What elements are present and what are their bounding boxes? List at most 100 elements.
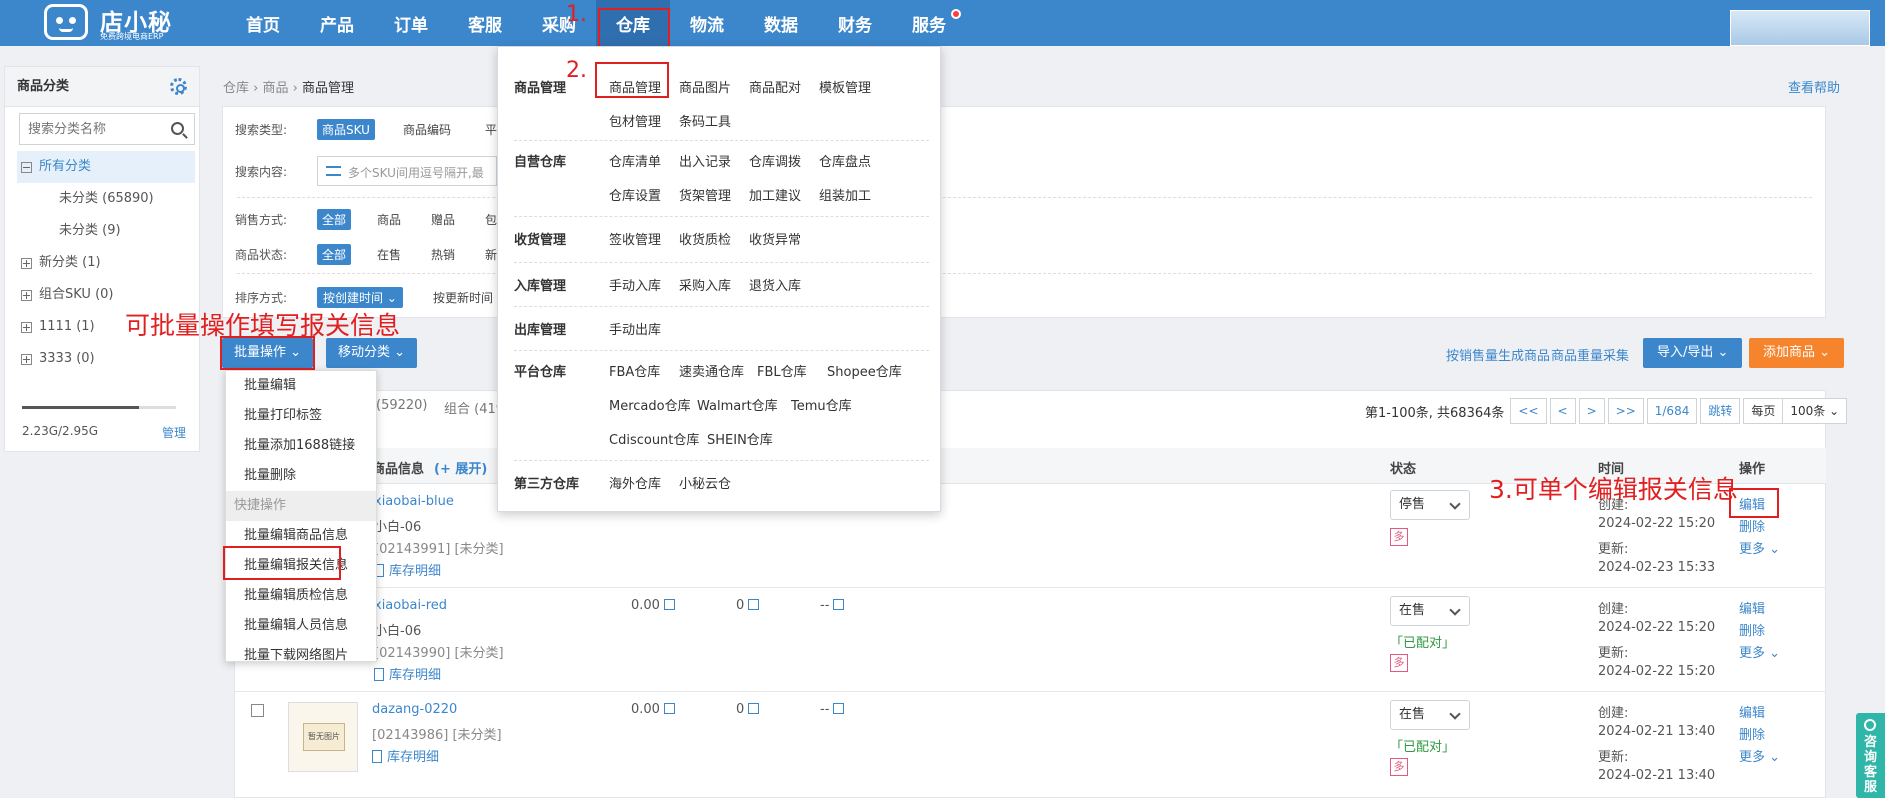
tree-item-uncategorized[interactable]: 未分类 (65890) [17, 183, 195, 215]
generate-by-sales-link[interactable]: 按销售量生成商品 [1446, 345, 1550, 364]
mega-item-barcode-tool[interactable]: 条码工具 [679, 111, 731, 130]
sale-type-gift[interactable]: 赠品 [431, 211, 455, 228]
delete-link[interactable]: 删除 [1739, 620, 1765, 639]
nav-warehouse[interactable]: 仓库 [596, 0, 670, 49]
menu-batch-edit[interactable]: 批量编辑 [226, 371, 376, 401]
edit-icon[interactable] [833, 703, 845, 714]
pager-next[interactable]: > [1578, 398, 1605, 424]
sale-type-package[interactable]: 包 [485, 211, 497, 228]
mega-item-processing-advice[interactable]: 加工建议 [749, 185, 801, 204]
sku-link[interactable]: xiaobai-red [374, 598, 447, 613]
pager-first[interactable]: << [1510, 398, 1547, 424]
nav-logistics[interactable]: 物流 [670, 0, 744, 46]
sort-updated[interactable]: 按更新时间 [433, 289, 493, 306]
mega-item-product-pairing[interactable]: 商品配对 [749, 77, 801, 96]
menu-batch-edit-staff-info[interactable]: 批量编辑人员信息 [226, 611, 376, 641]
mega-item-io-records[interactable]: 出入记录 [679, 151, 731, 170]
edit-link[interactable]: 编辑 [1739, 598, 1765, 617]
consult-service-tab[interactable]: 咨询客服 [1856, 713, 1885, 798]
pager-prev[interactable]: < [1549, 398, 1576, 424]
mega-item-transfer[interactable]: 仓库调拨 [749, 151, 801, 170]
search-icon[interactable] [171, 122, 184, 135]
tree-item-new[interactable]: 新分类 (1) [17, 247, 195, 279]
search-type-platform[interactable]: 平 [485, 121, 497, 138]
breadcrumb-warehouse[interactable]: 仓库 [223, 81, 249, 96]
search-type-code[interactable]: 商品编码 [403, 121, 451, 138]
nav-orders[interactable]: 订单 [374, 0, 448, 46]
mega-item-return-inbound[interactable]: 退货入库 [749, 275, 801, 294]
search-content-input[interactable]: 多个SKU间用逗号隔开,最 [317, 156, 497, 186]
breadcrumb-products[interactable]: 商品 [263, 81, 289, 96]
mega-item-fba[interactable]: FBA仓库 [609, 361, 660, 380]
th-expand-toggle[interactable]: (+ 展开) [434, 458, 487, 477]
edit-icon[interactable] [663, 599, 675, 610]
mega-item-manual-outbound[interactable]: 手动出库 [609, 319, 661, 338]
mega-item-receiving-exception[interactable]: 收货异常 [749, 229, 801, 248]
mega-item-stocktake[interactable]: 仓库盘点 [819, 151, 871, 170]
menu-batch-add-1688[interactable]: 批量添加1688链接 [226, 431, 376, 461]
more-dropdown[interactable]: 更多 ⌄ [1739, 746, 1780, 765]
sort-created-select[interactable]: 按创建时间 ⌄ [317, 287, 403, 308]
status-select[interactable]: 在售 [1390, 596, 1470, 626]
user-account-box[interactable] [1730, 10, 1870, 46]
nav-products[interactable]: 产品 [300, 0, 374, 46]
mega-item-cdiscount[interactable]: Cdiscount仓库 [609, 429, 699, 448]
search-type-sku[interactable]: 商品SKU [317, 119, 375, 140]
mega-item-walmart[interactable]: Walmart仓库 [697, 395, 778, 414]
pager-per-select[interactable]: 100条 ⌄ [1782, 398, 1848, 424]
status-hot[interactable]: 热销 [431, 246, 455, 263]
nav-finance[interactable]: 财务 [818, 0, 892, 46]
extra-value[interactable]: -- [820, 702, 845, 717]
delete-link[interactable]: 删除 [1739, 516, 1765, 535]
mega-item-manual-inbound[interactable]: 手动入库 [609, 275, 661, 294]
stock-detail-link[interactable]: 库存明细 [374, 664, 441, 683]
edit-icon[interactable] [663, 703, 675, 714]
import-export-button[interactable]: 导入/导出 ⌄ [1643, 338, 1743, 368]
menu-batch-download-images[interactable]: 批量下载网络图片 [226, 641, 376, 671]
menu-batch-delete[interactable]: 批量删除 [226, 461, 376, 491]
price-value[interactable]: 0.00 [631, 702, 675, 717]
mega-item-assembly[interactable]: 组装加工 [819, 185, 871, 204]
pager-jump[interactable]: 跳转 [1700, 398, 1741, 424]
expand-icon[interactable] [21, 354, 32, 365]
tree-item-uncategorized-2[interactable]: 未分类 (9) [17, 215, 195, 247]
status-all[interactable]: 全部 [317, 244, 352, 265]
nav-service[interactable]: 客服 [448, 0, 522, 46]
mega-item-template-mgmt[interactable]: 模板管理 [819, 77, 871, 96]
qty-value[interactable]: 0 [736, 702, 760, 717]
mega-item-sign-mgmt[interactable]: 签收管理 [609, 229, 661, 248]
sku-link[interactable]: xiaobai-blue [374, 494, 454, 509]
expand-icon[interactable] [21, 322, 32, 333]
sku-link[interactable]: dazang-0220 [372, 702, 457, 717]
stock-detail-link[interactable]: 库存明细 [374, 560, 441, 579]
sale-type-all[interactable]: 全部 [317, 209, 352, 230]
edit-icon[interactable] [748, 703, 760, 714]
tab-combo[interactable]: 组合 (419 [444, 398, 504, 417]
mega-item-receiving-qc[interactable]: 收货质检 [679, 229, 731, 248]
row-checkbox[interactable] [251, 704, 264, 717]
help-link[interactable]: 查看帮助 [1788, 77, 1840, 96]
mega-item-aliexpress[interactable]: 速卖通仓库 [679, 361, 744, 380]
category-search-input[interactable] [19, 113, 195, 145]
add-product-button[interactable]: 添加商品 ⌄ [1749, 338, 1845, 368]
mega-item-xiaomi-cloud[interactable]: 小秘云仓 [679, 473, 731, 492]
status-new[interactable]: 新 [485, 246, 497, 263]
logo[interactable]: 店小秘 免费跨境电商ERP [44, 2, 174, 44]
mega-item-packaging[interactable]: 包材管理 [609, 111, 661, 130]
nav-services[interactable]: 服务 [892, 0, 966, 46]
mega-item-purchase-inbound[interactable]: 采购入库 [679, 275, 731, 294]
mega-item-warehouse-settings[interactable]: 仓库设置 [609, 185, 661, 204]
mega-item-fbl[interactable]: FBL仓库 [757, 361, 807, 380]
mega-item-shelf-mgmt[interactable]: 货架管理 [679, 185, 731, 204]
stock-detail-link[interactable]: 库存明细 [372, 746, 439, 765]
gear-icon[interactable] [170, 78, 187, 95]
sale-type-product[interactable]: 商品 [377, 211, 401, 228]
pager-last[interactable]: >> [1607, 398, 1644, 424]
qty-value[interactable]: 0 [736, 598, 760, 613]
collapse-icon[interactable] [21, 162, 32, 173]
edit-link[interactable]: 编辑 [1739, 702, 1765, 721]
storage-manage-link[interactable]: 管理 [162, 424, 186, 441]
menu-batch-edit-qc-info[interactable]: 批量编辑质检信息 [226, 581, 376, 611]
more-dropdown[interactable]: 更多 ⌄ [1739, 642, 1780, 661]
tree-item-3333[interactable]: 3333 (0) [17, 343, 195, 375]
